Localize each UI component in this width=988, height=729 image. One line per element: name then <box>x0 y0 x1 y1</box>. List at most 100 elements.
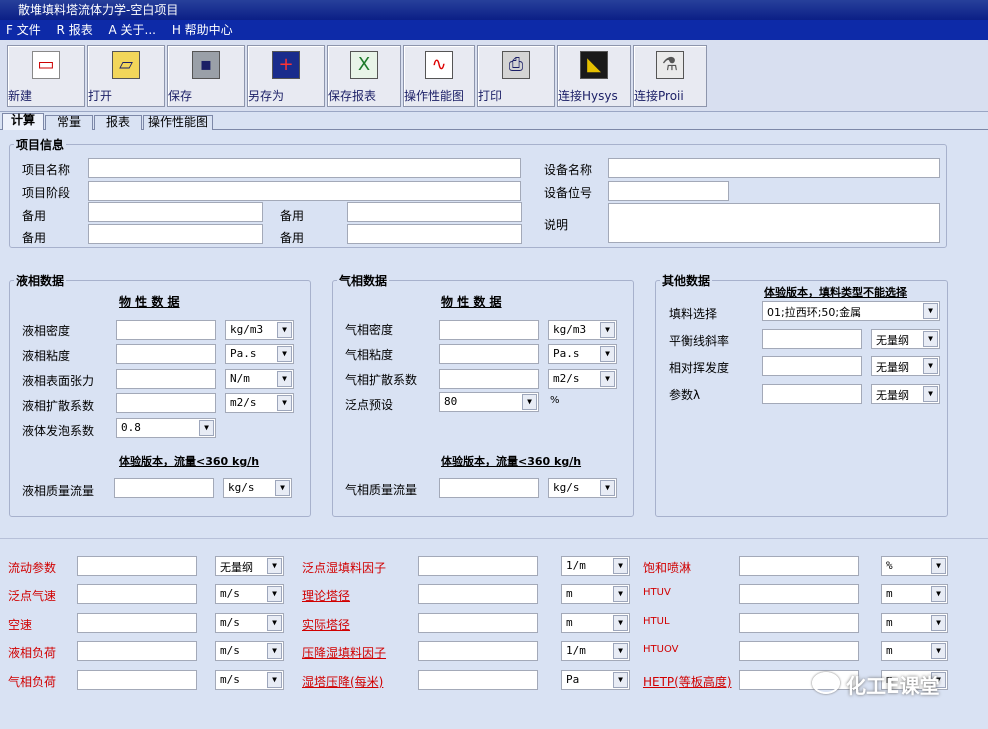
theoretical-diameter-unit-select[interactable]: m ▼ <box>561 584 630 604</box>
tab-report[interactable]: 报表 <box>94 115 142 130</box>
flood-velocity-output <box>77 584 197 604</box>
liquid-foam-select[interactable]: 0.8 ▼ <box>116 418 216 438</box>
chevron-down-icon: ▼ <box>613 558 628 574</box>
slope-input[interactable] <box>762 329 862 349</box>
spare-input-4[interactable] <box>347 224 522 244</box>
pressure-drop-factor-label[interactable]: 压降湿填料因子 <box>302 644 386 661</box>
print-button[interactable]: ⎙ 打印 <box>477 45 555 107</box>
flood-wet-factor-unit-select[interactable]: 1/m ▼ <box>561 556 630 576</box>
menu-report[interactable]: R 报表 <box>57 23 93 37</box>
menu-file[interactable]: F 文件 <box>6 23 41 37</box>
liquid-tension-unit-select[interactable]: N/m ▼ <box>225 369 294 389</box>
actual-diameter-label[interactable]: 实际塔径 <box>302 616 350 633</box>
spare-label-4: 备用 <box>280 231 305 245</box>
chevron-down-icon: ▼ <box>931 558 946 574</box>
gas-load-unit-select[interactable]: m/s ▼ <box>215 670 284 690</box>
htul-unit-select[interactable]: m ▼ <box>881 613 948 633</box>
liquid-diffusion-input[interactable] <box>116 393 216 413</box>
save-report-button[interactable]: X 保存报表 <box>327 45 401 107</box>
superficial-velocity-label: 空速 <box>8 618 33 632</box>
superficial-velocity-unit-select[interactable]: m/s ▼ <box>215 613 284 633</box>
liquid-flow-unit-select[interactable]: kg/s ▼ <box>223 478 292 498</box>
divider <box>0 538 988 539</box>
liquid-density-unit-select[interactable]: kg/m3 ▼ <box>225 320 294 340</box>
chevron-down-icon: ▼ <box>600 322 615 338</box>
other-data-title: 其他数据 <box>660 272 713 289</box>
htuv-unit-select[interactable]: m ▼ <box>881 584 948 604</box>
gas-diffusion-input[interactable] <box>439 369 539 389</box>
spare-input-1[interactable] <box>88 202 263 222</box>
theoretical-diameter-label[interactable]: 理论塔径 <box>302 587 350 604</box>
excel-icon: X <box>350 51 378 79</box>
open-button[interactable]: ▱ 打开 <box>87 45 165 107</box>
actual-diameter-output <box>418 613 538 633</box>
performance-chart-button[interactable]: ∿ 操作性能图 <box>403 45 475 107</box>
wet-pressure-drop-label[interactable]: 湿塔压降(每米) <box>302 673 383 690</box>
liquid-viscosity-label: 液相粘度 <box>22 349 71 363</box>
menu-about[interactable]: A 关于... <box>109 23 156 37</box>
htuov-output <box>739 641 859 661</box>
save-as-button[interactable]: + 另存为 <box>247 45 325 107</box>
chevron-down-icon: ▼ <box>613 586 628 602</box>
flood-velocity-unit-select[interactable]: m/s ▼ <box>215 584 284 604</box>
chevron-down-icon: ▼ <box>613 643 628 659</box>
gas-diffusion-unit-select[interactable]: m2/s ▼ <box>548 369 617 389</box>
slope-unit-select[interactable]: 无量纲 ▼ <box>871 329 940 349</box>
connect-proii-button[interactable]: ⚗ 连接Proii <box>633 45 707 107</box>
gas-flood-select[interactable]: 80 ▼ <box>439 392 539 412</box>
equipment-tag-label: 设备位号 <box>544 186 593 200</box>
param-unit-select[interactable]: 无量纲 ▼ <box>871 384 940 404</box>
actual-diameter-unit-select[interactable]: m ▼ <box>561 613 630 633</box>
connect-hysys-button[interactable]: ◣ 连接Hysys <box>557 45 631 107</box>
gas-density-unit-select[interactable]: kg/m3 ▼ <box>548 320 617 340</box>
spare-input-3[interactable] <box>88 224 263 244</box>
hetp-output <box>739 670 859 690</box>
volatility-unit-select[interactable]: 无量纲 ▼ <box>871 356 940 376</box>
htuov-unit-select[interactable]: m ▼ <box>881 641 948 661</box>
description-input[interactable] <box>608 203 940 243</box>
project-stage-input[interactable] <box>88 181 521 201</box>
pressure-drop-factor-unit-select[interactable]: 1/m ▼ <box>561 641 630 661</box>
new-button[interactable]: ▭ 新建 <box>7 45 85 107</box>
liquid-tension-input[interactable] <box>116 369 216 389</box>
chevron-down-icon: ▼ <box>931 643 946 659</box>
liquid-flow-input[interactable] <box>114 478 214 498</box>
packing-select[interactable]: 01;拉西环;50;金属 ▼ <box>762 301 940 321</box>
liquid-diffusion-unit-select[interactable]: m2/s ▼ <box>225 393 294 413</box>
gas-viscosity-unit-select[interactable]: Pa.s ▼ <box>548 344 617 364</box>
saturation-spray-unit-select[interactable]: % ▼ <box>881 556 948 576</box>
save-button[interactable]: ▪ 保存 <box>167 45 245 107</box>
chevron-down-icon: ▼ <box>267 615 282 631</box>
htul-label: HTUL <box>643 616 670 627</box>
project-name-input[interactable] <box>88 158 521 178</box>
flow-param-unit-select[interactable]: 无量纲 ▼ <box>215 556 284 576</box>
flood-wet-factor-label: 泛点湿填料因子 <box>302 561 387 575</box>
equipment-name-input[interactable] <box>608 158 940 178</box>
spare-input-2[interactable] <box>347 202 522 222</box>
param-input[interactable] <box>762 384 862 404</box>
chevron-down-icon: ▼ <box>267 643 282 659</box>
gas-flow-input[interactable] <box>439 478 539 498</box>
tab-constants[interactable]: 常量 <box>45 115 93 130</box>
liquid-tension-label: 液相表面张力 <box>22 374 95 388</box>
liquid-viscosity-input[interactable] <box>116 344 216 364</box>
gas-density-input[interactable] <box>439 320 539 340</box>
equipment-tag-input[interactable] <box>608 181 729 201</box>
superficial-velocity-output <box>77 613 197 633</box>
chevron-down-icon: ▼ <box>275 480 290 496</box>
gas-flow-unit-select[interactable]: kg/s ▼ <box>548 478 617 498</box>
liquid-load-unit-select[interactable]: m/s ▼ <box>215 641 284 661</box>
tab-calculate[interactable]: 计算 <box>2 113 44 130</box>
flow-param-label: 流动参数 <box>8 561 57 575</box>
liquid-viscosity-unit-select[interactable]: Pa.s ▼ <box>225 344 294 364</box>
hetp-label[interactable]: HETP(等板高度) <box>643 673 732 690</box>
liquid-density-input[interactable] <box>116 320 216 340</box>
tab-performance-chart[interactable]: 操作性能图 <box>143 115 213 130</box>
project-name-label: 项目名称 <box>22 163 71 177</box>
volatility-label: 相对挥发度 <box>669 361 730 375</box>
wet-pressure-drop-unit-select[interactable]: Pa ▼ <box>561 670 630 690</box>
gas-viscosity-input[interactable] <box>439 344 539 364</box>
menu-help[interactable]: H 帮助中心 <box>172 23 233 37</box>
volatility-input[interactable] <box>762 356 862 376</box>
other-trial-note: 体验版本，填料类型不能选择 <box>764 286 907 299</box>
